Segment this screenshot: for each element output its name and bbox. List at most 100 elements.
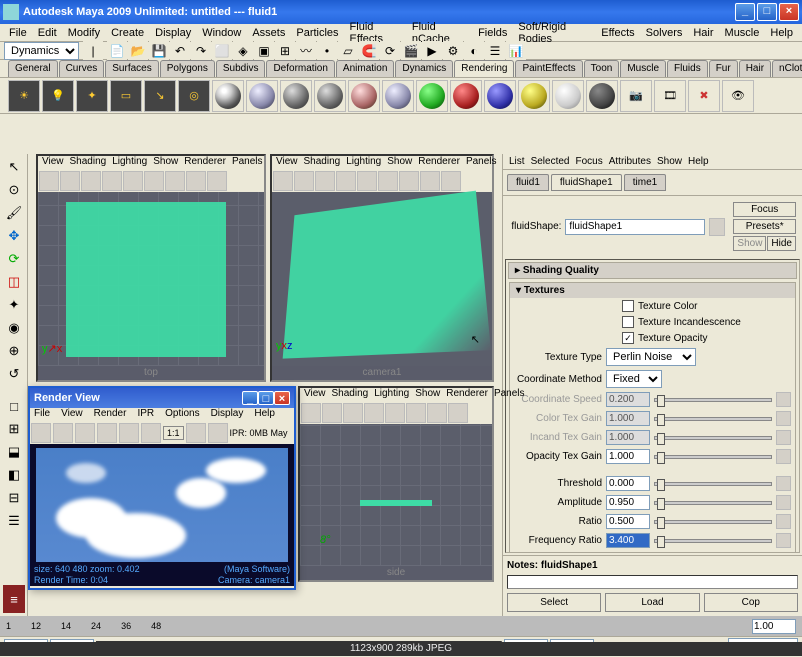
panel-menu-view[interactable]: View <box>276 156 298 170</box>
menu-window[interactable]: Window <box>197 26 246 40</box>
amplitude-slider[interactable] <box>654 501 772 505</box>
single-pane-icon[interactable]: □ <box>2 395 26 417</box>
menu-muscle[interactable]: Muscle <box>720 26 765 40</box>
panel-icon[interactable] <box>385 403 405 423</box>
close-button[interactable]: × <box>779 3 799 21</box>
texture-opacity-checkbox[interactable]: ✓ <box>622 332 634 344</box>
threshold-slider[interactable] <box>654 482 772 486</box>
redo-render-icon[interactable] <box>31 423 51 443</box>
menu-edit[interactable]: Edit <box>33 26 62 40</box>
panel-icon[interactable] <box>273 171 293 191</box>
panel-icon[interactable] <box>322 403 342 423</box>
sel-obj-icon[interactable]: ◈ <box>233 41 253 61</box>
panel-menu-shading[interactable]: Shading <box>304 156 341 170</box>
texture-type-dropdown[interactable]: Perlin Noise <box>606 348 696 366</box>
coord-method-dropdown[interactable]: Fixed <box>606 370 662 388</box>
light-amb-icon[interactable]: ◎ <box>178 80 210 112</box>
minimize-button[interactable]: _ <box>242 391 258 405</box>
menu-display[interactable]: Display <box>150 26 196 40</box>
amplitude-map-button[interactable] <box>776 495 791 510</box>
panel-menu-show[interactable]: Show <box>415 388 440 402</box>
snapshot-icon[interactable] <box>75 423 95 443</box>
mat-blinn-icon[interactable] <box>246 80 278 112</box>
keep-image-icon[interactable] <box>186 423 206 443</box>
panel-menu-view[interactable]: View <box>304 388 326 402</box>
magnet-icon[interactable]: 🧲 <box>359 41 379 61</box>
nav-icon[interactable] <box>709 218 725 236</box>
shelf-tab-fur[interactable]: Fur <box>709 60 738 77</box>
panel-menu-lighting[interactable]: Lighting <box>374 388 409 402</box>
shelf-tab-fluids[interactable]: Fluids <box>667 60 708 77</box>
select-button[interactable]: Select <box>507 593 601 612</box>
attr-menu-focus[interactable]: Focus <box>575 156 602 167</box>
outliner-icon[interactable]: ☰ <box>485 41 505 61</box>
lasso-tool-icon[interactable]: ⊙ <box>2 179 26 201</box>
module-selector[interactable]: Dynamics <box>4 42 79 60</box>
snap-grid-icon[interactable]: ⊞ <box>275 41 295 61</box>
notes-header[interactable]: Notes: fluidShape1 <box>503 555 802 575</box>
mat-black-icon[interactable] <box>586 80 618 112</box>
show-manip-icon[interactable]: ⊕ <box>2 340 26 362</box>
panel-menu-renderer[interactable]: Renderer <box>446 388 488 402</box>
current-frame-field[interactable] <box>752 619 796 634</box>
show-batch-icon[interactable]: 👁 <box>722 80 754 112</box>
panel-icon[interactable] <box>186 171 206 191</box>
menu-particles[interactable]: Particles <box>291 26 343 40</box>
opacity_gain-slider[interactable] <box>654 455 772 459</box>
render-globals-icon[interactable]: ⚙ <box>443 41 463 61</box>
undo-icon[interactable]: ↶ <box>170 41 190 61</box>
section-textures[interactable]: ▾ Textures <box>510 283 795 298</box>
menu-help[interactable]: Help <box>765 26 798 40</box>
two-pane-h-icon[interactable]: ⬓ <box>2 441 26 463</box>
panel-icon[interactable] <box>301 403 321 423</box>
paint-sel-icon[interactable]: 🖌 <box>2 202 26 224</box>
mat-lambert-icon[interactable] <box>212 80 244 112</box>
mat-yellow-icon[interactable] <box>518 80 550 112</box>
shelf-tab-subdivs[interactable]: Subdivs <box>216 60 266 77</box>
panel-icon[interactable] <box>102 171 122 191</box>
render-globals-icon[interactable] <box>97 423 117 443</box>
maximize-button[interactable]: □ <box>757 3 777 21</box>
panel-icon[interactable] <box>315 171 335 191</box>
attr-menu-show[interactable]: Show <box>657 156 682 167</box>
panel-icon[interactable] <box>406 403 426 423</box>
shelf-tab-polygons[interactable]: Polygons <box>160 60 215 77</box>
snap-point-icon[interactable]: • <box>317 41 337 61</box>
panel-icon[interactable] <box>378 171 398 191</box>
mat-phonge-icon[interactable] <box>314 80 346 112</box>
shelf-tab-ncloth[interactable]: nCloth <box>772 60 802 77</box>
panel-icon[interactable] <box>364 403 384 423</box>
mat-green-icon[interactable] <box>416 80 448 112</box>
texture-incand-checkbox[interactable] <box>622 316 634 328</box>
panel-menu-renderer[interactable]: Renderer <box>184 156 226 170</box>
menu-effects[interactable]: Effects <box>596 26 639 40</box>
cop-button[interactable]: Cop <box>704 593 798 612</box>
render-icon[interactable]: 🎬 <box>401 41 421 61</box>
ratio-slider[interactable] <box>654 520 772 524</box>
panel-icon[interactable] <box>420 171 440 191</box>
three-pane-icon[interactable]: ⊟ <box>2 487 26 509</box>
rv-menu-display[interactable]: Display <box>211 408 244 422</box>
light-point-icon[interactable]: ✦ <box>76 80 108 112</box>
maximize-button[interactable]: □ <box>258 391 274 405</box>
panel-menu-shading[interactable]: Shading <box>70 156 107 170</box>
time-slider[interactable]: 11214243648 <box>0 616 802 636</box>
sel-hier-icon[interactable]: ⬜ <box>212 41 232 61</box>
attr-tab-fluidshape1[interactable]: fluidShape1 <box>551 174 622 191</box>
panel-icon[interactable] <box>294 171 314 191</box>
panel-icon[interactable] <box>448 403 468 423</box>
attr-menu-selected[interactable]: Selected <box>531 156 570 167</box>
snap-curve-icon[interactable]: 〰 <box>296 41 316 61</box>
mat-red-icon[interactable] <box>450 80 482 112</box>
panel-icon[interactable] <box>399 171 419 191</box>
presets-button[interactable]: Presets* <box>733 219 796 234</box>
rv-menu-render[interactable]: Render <box>94 408 127 422</box>
move-tool-icon[interactable]: ✥ <box>2 225 26 247</box>
shelf-tab-general[interactable]: General <box>8 60 58 77</box>
new-scene-icon[interactable]: 📄 <box>107 41 127 61</box>
attr-menu-attributes[interactable]: Attributes <box>609 156 651 167</box>
fluid-container[interactable] <box>283 191 491 359</box>
panel-icon[interactable] <box>357 171 377 191</box>
notes-field[interactable] <box>507 575 798 589</box>
threshold-field[interactable] <box>606 476 650 491</box>
